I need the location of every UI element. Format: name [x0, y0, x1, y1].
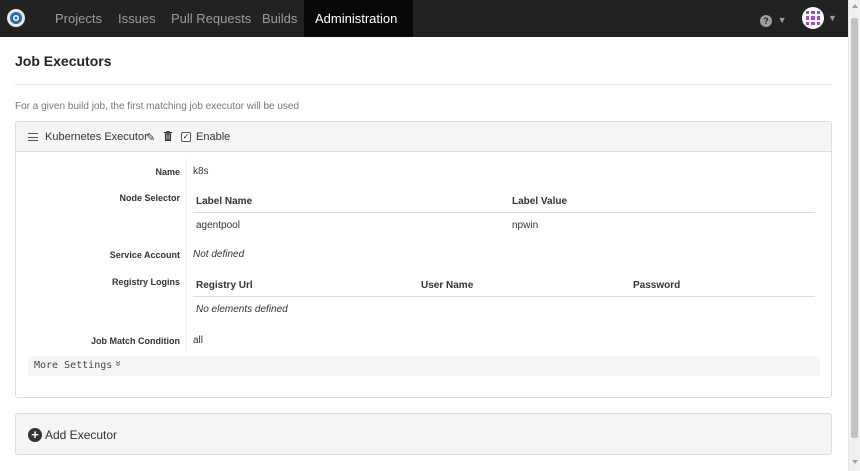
title-divider: [15, 84, 832, 85]
add-executor-button[interactable]: + Add Executor: [15, 413, 832, 455]
nav-pull-requests[interactable]: Pull Requests: [171, 0, 251, 37]
job-match-value: all: [193, 335, 204, 346]
top-navbar: Projects Issues Pull Requests Builds Adm…: [0, 0, 848, 61]
table-divider: [193, 212, 815, 213]
service-account-value: Not defined: [193, 249, 245, 260]
chevron-down-icon: ▼: [777, 15, 787, 25]
service-account-label: Service Account: [109, 250, 180, 260]
enable-label: Enable: [196, 131, 231, 143]
plus-circle-icon: +: [28, 428, 42, 442]
nav-administration[interactable]: Administration ▼: [304, 0, 413, 61]
chevron-down-icon[interactable]: ▼: [828, 0, 837, 37]
question-circle-icon: ?: [760, 15, 772, 27]
enable-checkbox[interactable]: ✓: [181, 132, 191, 142]
pencil-icon[interactable]: ✎: [146, 131, 155, 144]
node-label-name-cell: agentpool: [196, 220, 240, 231]
label-value-header: Label Value: [512, 196, 568, 207]
scroll-thumb[interactable]: [851, 18, 858, 438]
scroll-down-arrow-icon[interactable]: [852, 460, 858, 464]
add-executor-label: Add Executor: [45, 428, 118, 442]
trash-icon[interactable]: [164, 131, 172, 141]
label-name-header: Label Name: [196, 196, 253, 207]
more-settings-label: More Settings: [34, 360, 113, 371]
onedev-logo-icon[interactable]: [6, 8, 26, 28]
vertical-scrollbar[interactable]: [848, 0, 860, 471]
scroll-up-arrow-icon[interactable]: [852, 4, 858, 8]
name-value: k8s: [193, 166, 209, 177]
nav-builds[interactable]: Builds: [262, 0, 297, 37]
nav-projects[interactable]: Projects: [55, 0, 102, 37]
nav-issues[interactable]: Issues: [118, 0, 156, 37]
registry-empty-message: No elements defined: [196, 304, 288, 315]
table-divider: [193, 296, 815, 297]
label-divider: [186, 158, 187, 352]
node-selector-label: Node Selector: [119, 193, 180, 203]
registry-url-header: Registry Url: [196, 280, 253, 291]
nav-administration-label: Administration: [315, 11, 398, 26]
executor-panel-header: Kubernetes Executor ✎ ✓ Enable: [16, 122, 831, 152]
name-label: Name: [155, 167, 180, 177]
drag-handle-icon[interactable]: [28, 133, 38, 141]
password-header: Password: [633, 280, 681, 291]
registry-logins-label: Registry Logins: [111, 277, 180, 287]
executor-title: Kubernetes Executor: [45, 131, 148, 143]
node-label-value-cell: npwin: [512, 220, 539, 231]
user-avatar-icon[interactable]: [802, 7, 824, 29]
job-match-label: Job Match Condition: [91, 336, 180, 346]
chevron-down-icon: ▼: [319, 51, 328, 61]
help-menu[interactable]: ? ▼: [760, 0, 787, 37]
user-name-header: User Name: [421, 280, 474, 291]
executor-panel: Kubernetes Executor ✎ ✓ Enable Name k8s …: [15, 121, 832, 398]
more-settings-toggle[interactable]: More Settings »: [28, 356, 820, 376]
double-chevron-down-icon: »: [112, 360, 124, 367]
page-title: Job Executors: [15, 53, 112, 69]
page-hint: For a given build job, the first matchin…: [15, 101, 300, 112]
